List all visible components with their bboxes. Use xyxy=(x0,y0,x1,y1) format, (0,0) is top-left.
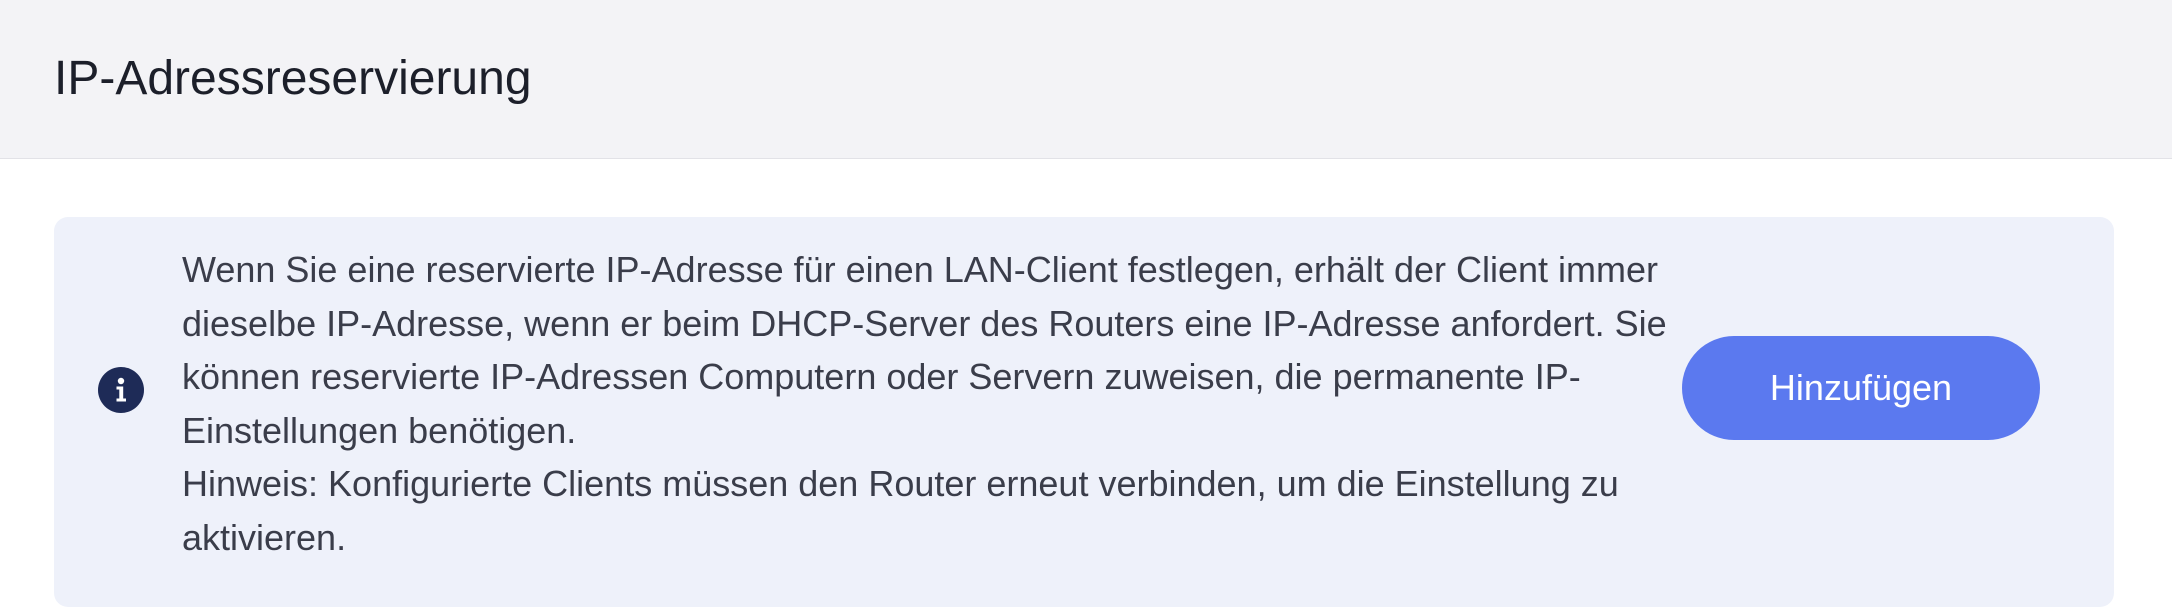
info-notice: Wenn Sie eine reservierte IP-Adresse für… xyxy=(54,217,2114,607)
notice-text: Wenn Sie eine reservierte IP-Adresse für… xyxy=(182,243,1692,564)
notice-description: Wenn Sie eine reservierte IP-Adresse für… xyxy=(182,249,1667,451)
notice-hint: Hinweis: Konfigurierte Clients müssen de… xyxy=(182,463,1619,558)
page-title: IP-Adressreservierung xyxy=(54,52,532,105)
add-button[interactable]: Hinzufügen xyxy=(1682,336,2040,440)
page: IP-Adressreservierung Wenn Sie eine rese… xyxy=(0,0,2172,610)
info-icon xyxy=(98,367,144,413)
page-header: IP-Adressreservierung xyxy=(0,0,2172,159)
